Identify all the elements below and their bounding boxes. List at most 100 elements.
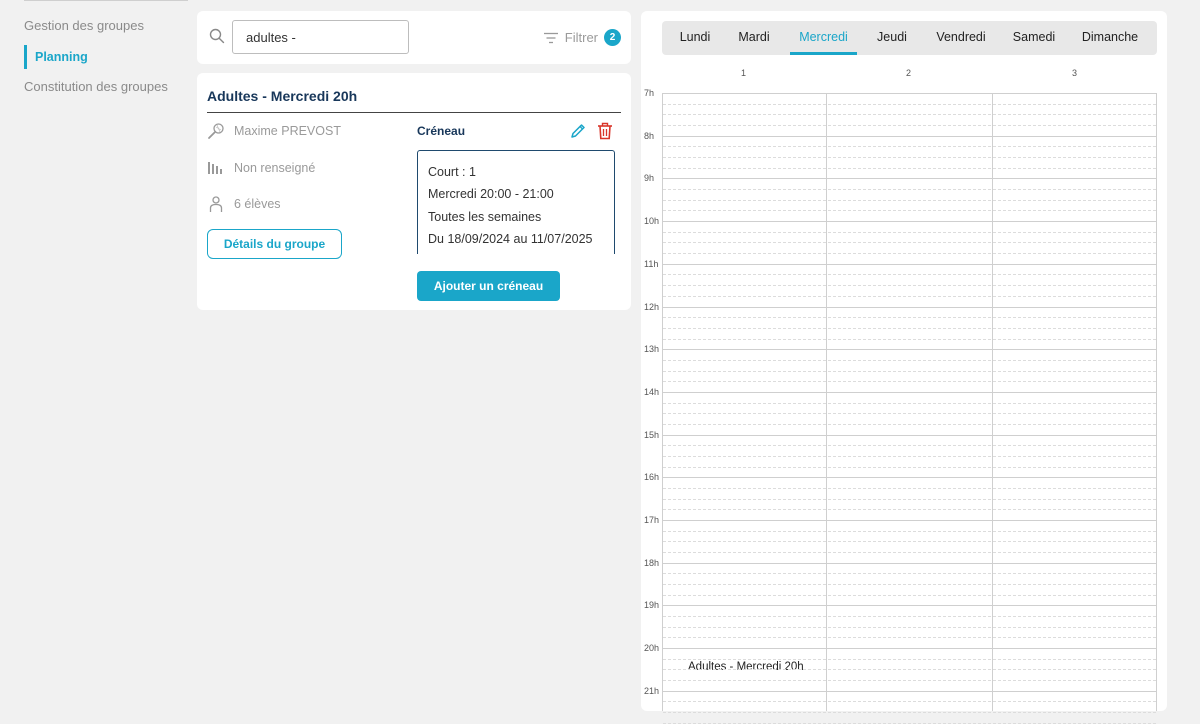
tab-mercredi[interactable]: Mercredi bbox=[790, 21, 857, 55]
quarter-line bbox=[663, 295, 1156, 297]
filter-button[interactable]: Filtrer 2 bbox=[543, 29, 621, 46]
creneau-label: Créneau bbox=[417, 124, 466, 138]
hour-label: 10h bbox=[644, 216, 660, 227]
quarter-line bbox=[663, 573, 1156, 575]
tab-vendredi[interactable]: Vendredi bbox=[926, 21, 996, 55]
quarter-line bbox=[663, 167, 1156, 169]
students-count: 6 élèves bbox=[234, 197, 281, 211]
hour-label: 16h bbox=[644, 472, 660, 483]
column-number: 3 bbox=[1072, 68, 1078, 78]
quarter-line bbox=[663, 370, 1156, 372]
hour-line bbox=[663, 349, 1156, 351]
group-details-button[interactable]: Détails du groupe bbox=[207, 229, 342, 259]
hour-label: 19h bbox=[644, 600, 660, 611]
hour-line bbox=[663, 605, 1156, 607]
hour-label: 8h bbox=[644, 130, 655, 141]
quarter-line bbox=[663, 114, 1156, 116]
hour-line bbox=[663, 520, 1156, 521]
nav-item-planning[interactable]: Planning bbox=[24, 45, 88, 69]
filter-label: Filtrer bbox=[564, 30, 598, 45]
quarter-line bbox=[663, 498, 1156, 500]
slot-period: Du 18/09/2024 au 11/07/2025 bbox=[428, 231, 593, 246]
quarter-line bbox=[663, 103, 1156, 105]
quarter-line bbox=[663, 680, 1156, 682]
quarter-line bbox=[663, 253, 1156, 255]
hour-line bbox=[663, 648, 1156, 650]
hour-line bbox=[663, 135, 1156, 137]
hour-label: 11h bbox=[644, 258, 659, 269]
quarter-line bbox=[663, 637, 1156, 639]
quarter-line bbox=[663, 423, 1156, 425]
quarter-line bbox=[663, 317, 1156, 319]
quarter-line bbox=[663, 285, 1156, 287]
bar-chart-icon bbox=[208, 162, 222, 174]
tab-jeudi[interactable]: Jeudi bbox=[867, 21, 917, 55]
calendar: Lundi Mardi Mercredi Jeudi Vendredi Same… bbox=[641, 11, 1167, 724]
tab-lundi[interactable]: Lundi bbox=[670, 21, 720, 55]
calendar-event[interactable]: Adultes - Mercredi 20h bbox=[664, 649, 826, 692]
search-input[interactable] bbox=[232, 20, 409, 54]
group-divider bbox=[207, 112, 621, 113]
tab-mardi[interactable]: Mardi bbox=[730, 21, 778, 55]
quarter-line bbox=[663, 658, 1156, 660]
quarter-line bbox=[663, 541, 1156, 543]
quarter-line bbox=[663, 381, 1156, 383]
quarter-line bbox=[663, 594, 1156, 596]
quarter-line bbox=[663, 487, 1156, 489]
hour-label: 13h bbox=[644, 344, 660, 355]
hour-label: 9h bbox=[644, 173, 655, 184]
filter-icon bbox=[543, 32, 558, 43]
slot-time: Mercredi 20:00 - 21:00 bbox=[428, 187, 554, 202]
trash-icon[interactable] bbox=[597, 122, 613, 140]
quarter-line bbox=[663, 189, 1156, 191]
quarter-line bbox=[663, 669, 1156, 671]
slot-court: Court : 1 bbox=[428, 165, 476, 179]
edit-icon[interactable] bbox=[569, 122, 587, 140]
hour-line bbox=[663, 690, 1156, 692]
quarter-line bbox=[663, 327, 1156, 329]
group-card: Adultes - Mercredi 20h Maxime PREVOST No… bbox=[197, 73, 631, 310]
level-value: Non renseigné bbox=[234, 161, 316, 175]
hour-line bbox=[663, 263, 1156, 265]
nav-item-constitution-groupes[interactable]: Constitution des groupes bbox=[24, 79, 168, 94]
quarter-line bbox=[663, 125, 1156, 127]
quarter-line bbox=[663, 626, 1156, 628]
hour-line bbox=[663, 562, 1156, 564]
quarter-line bbox=[663, 466, 1156, 468]
calendar-grid[interactable]: Adultes - Mercredi 20h bbox=[662, 93, 1157, 724]
quarter-line bbox=[663, 701, 1156, 703]
hour-line bbox=[663, 93, 1156, 94]
hour-label: 12h bbox=[644, 301, 660, 312]
search-icon bbox=[209, 28, 225, 44]
hour-label: 14h bbox=[644, 386, 660, 397]
nav-item-gestion-groupes[interactable]: Gestion des groupes bbox=[24, 18, 144, 33]
quarter-line bbox=[663, 199, 1156, 201]
day-tabs: Lundi Mardi Mercredi Jeudi Vendredi Same… bbox=[662, 21, 1157, 55]
hour-label: 7h bbox=[644, 88, 655, 98]
hour-label: 18h bbox=[644, 557, 660, 568]
hour-line bbox=[663, 477, 1156, 479]
quarter-line bbox=[663, 338, 1156, 340]
quarter-line bbox=[663, 231, 1156, 233]
column-number: 1 bbox=[741, 68, 747, 78]
students-row: 6 élèves bbox=[207, 195, 281, 213]
hour-label: 20h bbox=[644, 643, 660, 654]
quarter-line bbox=[663, 530, 1156, 532]
quarter-line bbox=[663, 402, 1156, 404]
hour-label: 17h bbox=[644, 515, 660, 525]
tab-samedi[interactable]: Samedi bbox=[1006, 21, 1062, 55]
level-row: Non renseigné bbox=[207, 159, 315, 177]
add-slot-button[interactable]: Ajouter un créneau bbox=[417, 271, 560, 301]
tab-dimanche[interactable]: Dimanche bbox=[1072, 21, 1148, 55]
hour-line bbox=[663, 306, 1156, 308]
slot-details[interactable]: Court : 1 Mercredi 20:00 - 21:00 Toutes … bbox=[417, 150, 615, 254]
hour-line bbox=[663, 221, 1156, 223]
quarter-line bbox=[663, 210, 1156, 212]
quarter-line bbox=[663, 146, 1156, 148]
quarter-line bbox=[663, 712, 1156, 714]
hour-line bbox=[663, 434, 1156, 436]
person-icon bbox=[209, 196, 223, 212]
quarter-line bbox=[663, 157, 1156, 159]
column-number: 2 bbox=[906, 68, 912, 78]
coach-name: Maxime PREVOST bbox=[234, 124, 341, 138]
